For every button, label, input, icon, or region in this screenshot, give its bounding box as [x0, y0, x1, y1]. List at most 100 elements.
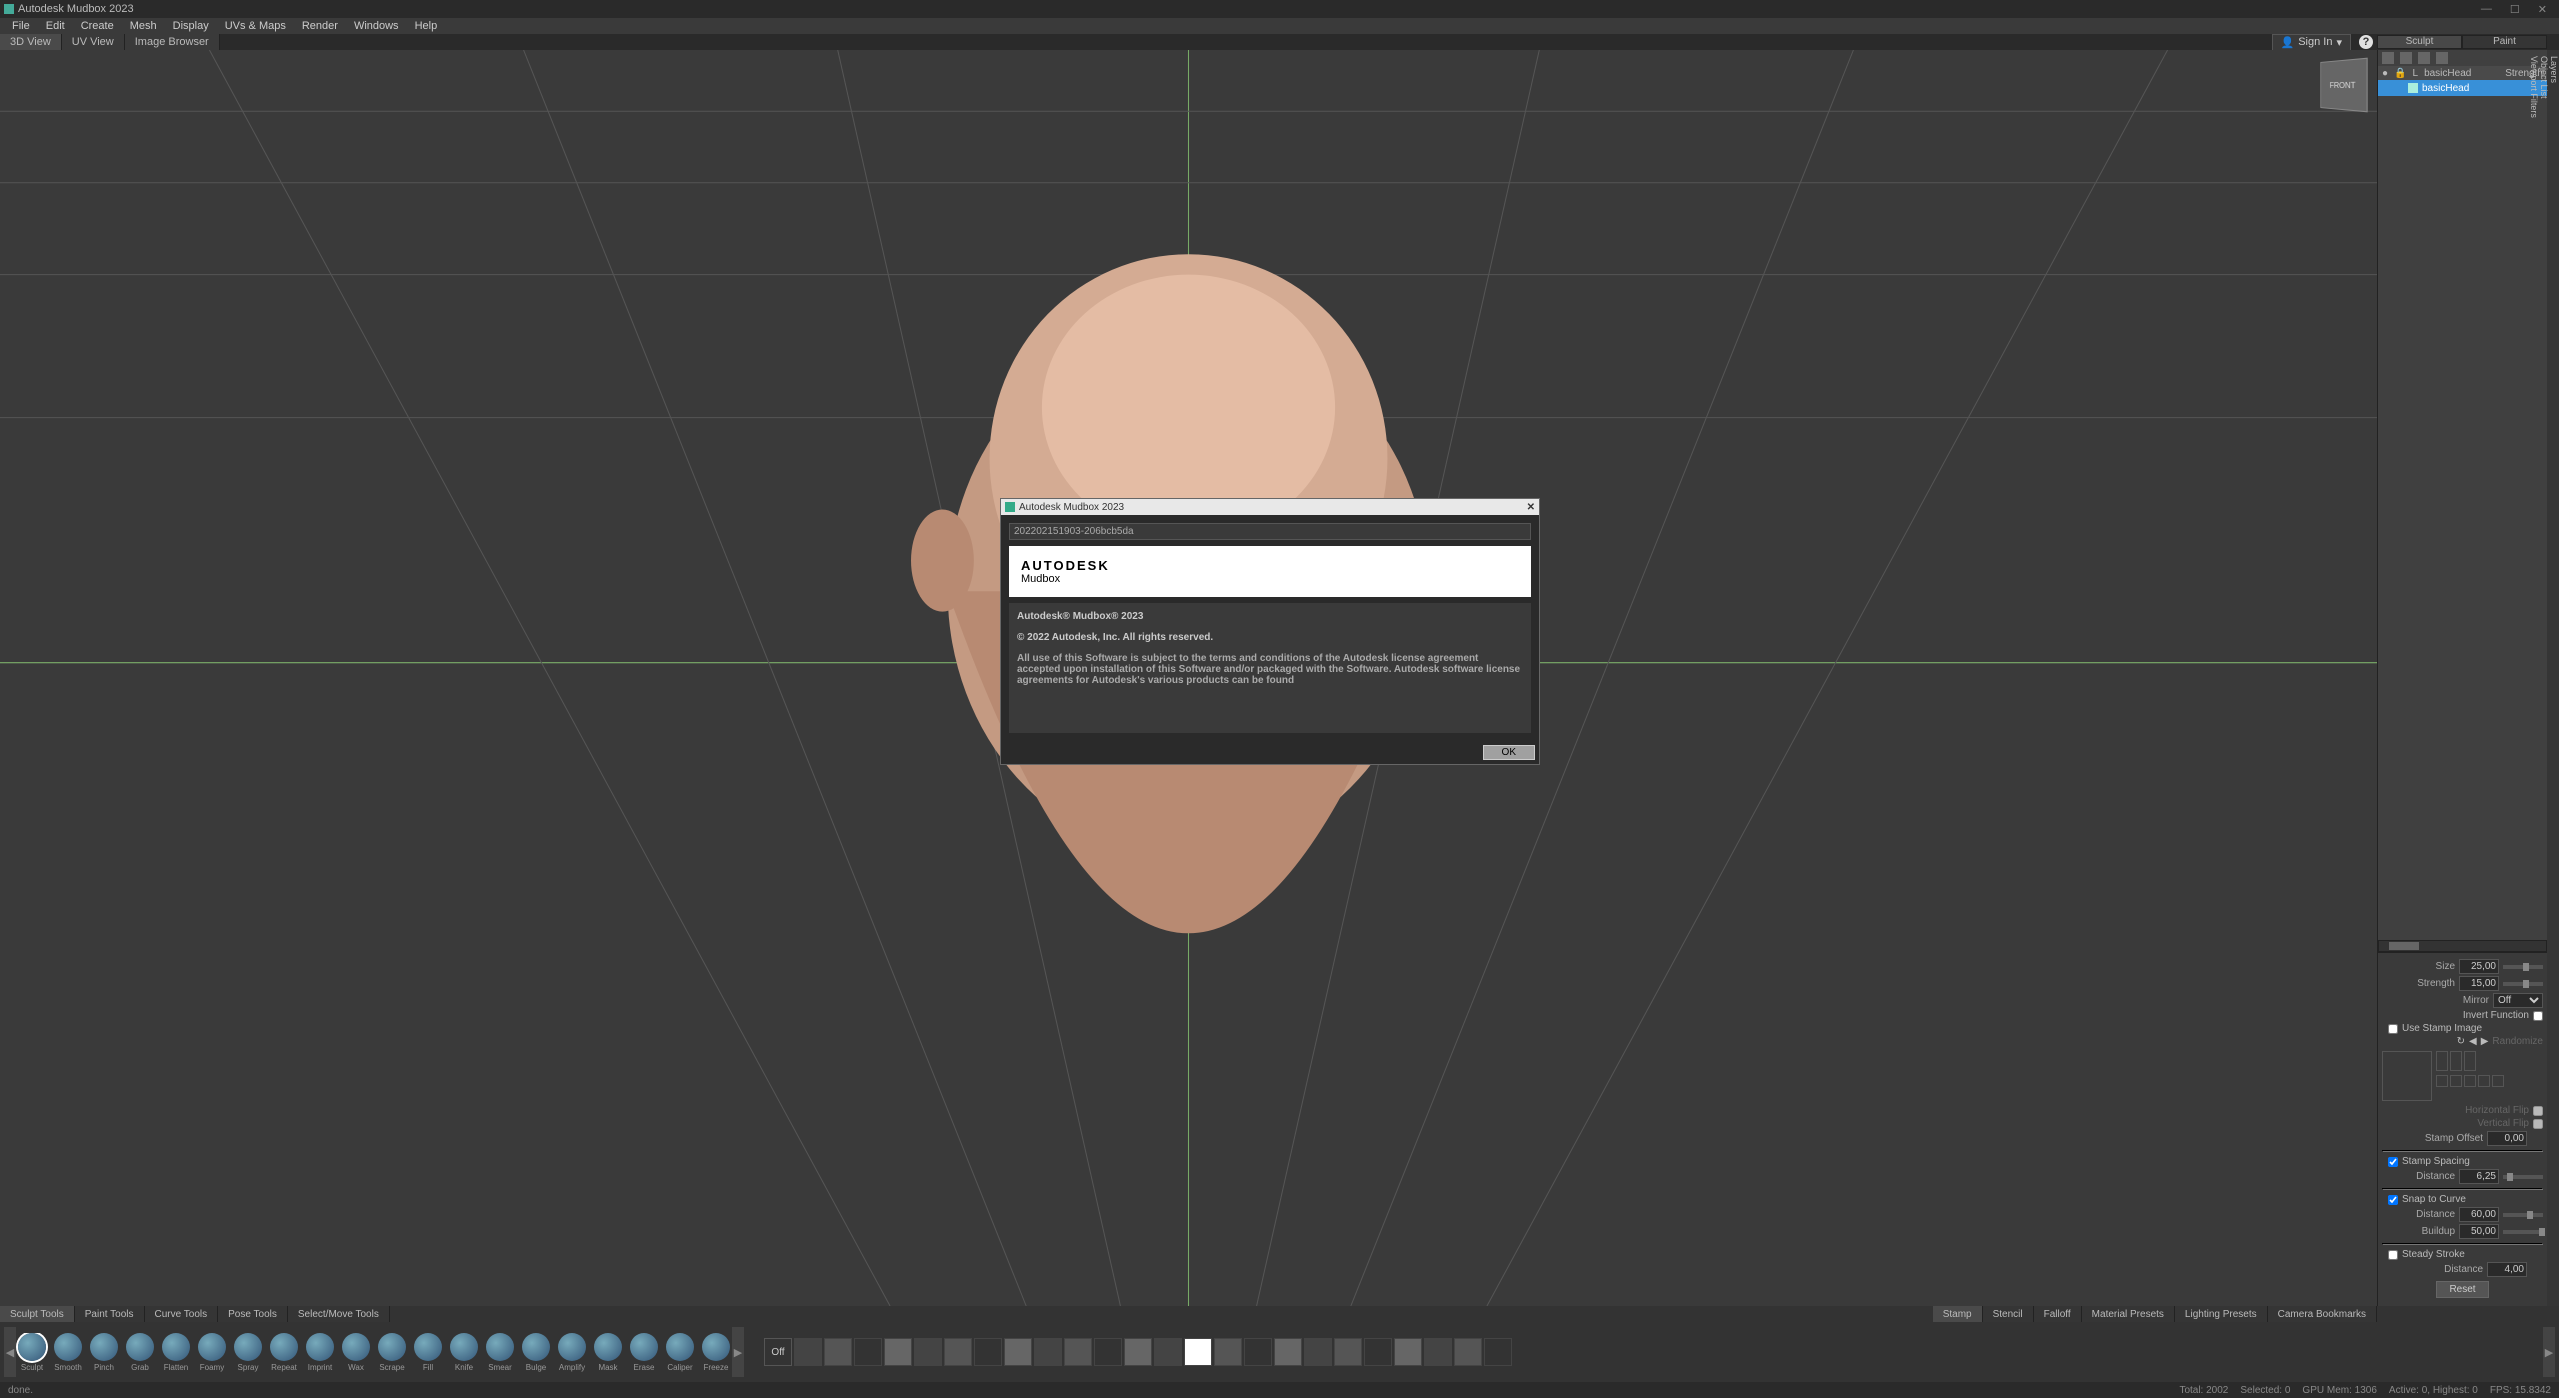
maximize-button[interactable]: ☐: [2510, 3, 2520, 16]
stamp-thumb-19[interactable]: [1364, 1338, 1392, 1366]
tool-repeat[interactable]: Repeat: [268, 1333, 300, 1372]
stamp-thumb-16[interactable]: [1274, 1338, 1302, 1366]
reset-button[interactable]: Reset: [2436, 1281, 2488, 1298]
menu-file[interactable]: File: [4, 20, 38, 32]
tool-erase[interactable]: Erase: [628, 1333, 660, 1372]
stamp-thumb-23[interactable]: [1484, 1338, 1512, 1366]
tab-pose-tools[interactable]: Pose Tools: [218, 1306, 288, 1322]
stamp-thumb-7[interactable]: [1004, 1338, 1032, 1366]
distance2-input[interactable]: [2459, 1207, 2499, 1222]
next-icon[interactable]: ▶: [2481, 1036, 2489, 1047]
menu-edit[interactable]: Edit: [38, 20, 73, 32]
stamp-offset-input[interactable]: [2487, 1131, 2527, 1146]
stamp-opt1-icon[interactable]: [2436, 1075, 2448, 1087]
tab-uv-view[interactable]: UV View: [62, 34, 125, 50]
sign-in-button[interactable]: 👤 Sign In ▾: [2272, 34, 2351, 51]
size-slider[interactable]: [2503, 965, 2543, 969]
stamp-thumb-12[interactable]: [1154, 1338, 1182, 1366]
stamp-off[interactable]: Off: [764, 1338, 792, 1366]
tab-paint-tools[interactable]: Paint Tools: [75, 1306, 145, 1322]
tab-sculpt-layers[interactable]: Sculpt: [2377, 35, 2462, 49]
menu-uvs-maps[interactable]: UVs & Maps: [217, 20, 294, 32]
stamp-spacing-checkbox[interactable]: [2388, 1157, 2398, 1167]
delete-layer-icon[interactable]: [2418, 52, 2430, 64]
tool-imprint[interactable]: Imprint: [304, 1333, 336, 1372]
stamp-thumb-18[interactable]: [1334, 1338, 1362, 1366]
distance3-input[interactable]: [2487, 1262, 2527, 1277]
stamp-thumb-20[interactable]: [1394, 1338, 1422, 1366]
new-layer-icon[interactable]: [2382, 52, 2394, 64]
menu-create[interactable]: Create: [73, 20, 122, 32]
stamp-thumb-15[interactable]: [1244, 1338, 1272, 1366]
tool-scrape[interactable]: Scrape: [376, 1333, 408, 1372]
stamp-preview[interactable]: [2382, 1051, 2432, 1101]
tab-select-move-tools[interactable]: Select/Move Tools: [288, 1306, 390, 1322]
help-button[interactable]: ?: [2359, 35, 2373, 49]
stamp-thumb-8[interactable]: [1034, 1338, 1062, 1366]
dialog-ok-button[interactable]: OK: [1483, 745, 1535, 760]
tab-3d-view[interactable]: 3D View: [0, 34, 62, 50]
vtab-object-list[interactable]: Object List: [2539, 50, 2549, 1306]
stamps-scroll-right[interactable]: ▶: [2543, 1327, 2555, 1377]
buildup-input[interactable]: [2459, 1224, 2499, 1239]
viewcube[interactable]: FRONT: [2320, 58, 2367, 113]
tab-stamp[interactable]: Stamp: [1933, 1306, 1983, 1322]
stamp-scale-icon[interactable]: [2450, 1051, 2462, 1071]
stamp-thumb-4[interactable]: [914, 1338, 942, 1366]
menu-mesh[interactable]: Mesh: [122, 20, 165, 32]
stamp-thumb-3[interactable]: [884, 1338, 912, 1366]
vtab-viewport-filters[interactable]: Viewport Filters: [2529, 50, 2539, 1306]
minimize-button[interactable]: —: [2481, 3, 2492, 16]
tool-spray[interactable]: Spray: [232, 1333, 264, 1372]
tab-lighting-presets[interactable]: Lighting Presets: [2175, 1306, 2268, 1322]
size-input[interactable]: [2459, 959, 2499, 974]
tool-sculpt[interactable]: Sculpt: [16, 1333, 48, 1372]
folder-icon[interactable]: [2400, 52, 2412, 64]
distance-input[interactable]: [2459, 1169, 2499, 1184]
tool-knife[interactable]: Knife: [448, 1333, 480, 1372]
tool-fill[interactable]: Fill: [412, 1333, 444, 1372]
tool-smear[interactable]: Smear: [484, 1333, 516, 1372]
stamp-thumb-1[interactable]: [824, 1338, 852, 1366]
tab-stencil[interactable]: Stencil: [1983, 1306, 2034, 1322]
stamp-opt4-icon[interactable]: [2478, 1075, 2490, 1087]
tab-material-presets[interactable]: Material Presets: [2082, 1306, 2175, 1322]
tools-scroll-left[interactable]: ◀: [4, 1327, 16, 1377]
tool-foamy[interactable]: Foamy: [196, 1333, 228, 1372]
tool-flatten[interactable]: Flatten: [160, 1333, 192, 1372]
stamp-thumb-14[interactable]: [1214, 1338, 1242, 1366]
tool-smooth[interactable]: Smooth: [52, 1333, 84, 1372]
distance-slider[interactable]: [2503, 1175, 2543, 1179]
lock-icon[interactable]: 🔒: [2394, 68, 2406, 79]
dialog-scroll-content[interactable]: Autodesk® Mudbox® 2023 © 2022 Autodesk, …: [1009, 603, 1531, 733]
tool-bulge[interactable]: Bulge: [520, 1333, 552, 1372]
menu-render[interactable]: Render: [294, 20, 346, 32]
stamp-thumb-22[interactable]: [1454, 1338, 1482, 1366]
object-hscroll[interactable]: [2378, 940, 2547, 952]
buildup-slider[interactable]: [2503, 1230, 2543, 1234]
rotate-icon[interactable]: ↻: [2457, 1036, 2465, 1047]
tools-scroll-right[interactable]: ▶: [732, 1327, 744, 1377]
tab-paint-layers[interactable]: Paint: [2462, 35, 2547, 49]
tool-mask[interactable]: Mask: [592, 1333, 624, 1372]
tab-image-browser[interactable]: Image Browser: [125, 34, 220, 50]
stamp-thumb-2[interactable]: [854, 1338, 882, 1366]
tab-camera-bookmarks[interactable]: Camera Bookmarks: [2268, 1306, 2377, 1322]
close-button[interactable]: ✕: [2538, 3, 2547, 16]
stamp-thumb-21[interactable]: [1424, 1338, 1452, 1366]
stamp-move-icon[interactable]: [2464, 1051, 2476, 1071]
tool-pinch[interactable]: Pinch: [88, 1333, 120, 1372]
stamp-thumb-13[interactable]: [1184, 1338, 1212, 1366]
stamp-thumb-9[interactable]: [1064, 1338, 1092, 1366]
stamp-opt3-icon[interactable]: [2464, 1075, 2476, 1087]
tool-amplify[interactable]: Amplify: [556, 1333, 588, 1372]
stamp-opt2-icon[interactable]: [2450, 1075, 2462, 1087]
dialog-titlebar[interactable]: Autodesk Mudbox 2023 ✕: [1001, 499, 1539, 515]
dialog-close-button[interactable]: ✕: [1527, 502, 1535, 513]
strength-input[interactable]: [2459, 976, 2499, 991]
visibility-icon[interactable]: ●: [2382, 68, 2388, 79]
distance2-slider[interactable]: [2503, 1213, 2543, 1217]
stamp-thumb-17[interactable]: [1304, 1338, 1332, 1366]
stamp-thumb-0[interactable]: [794, 1338, 822, 1366]
tool-wax[interactable]: Wax: [340, 1333, 372, 1372]
